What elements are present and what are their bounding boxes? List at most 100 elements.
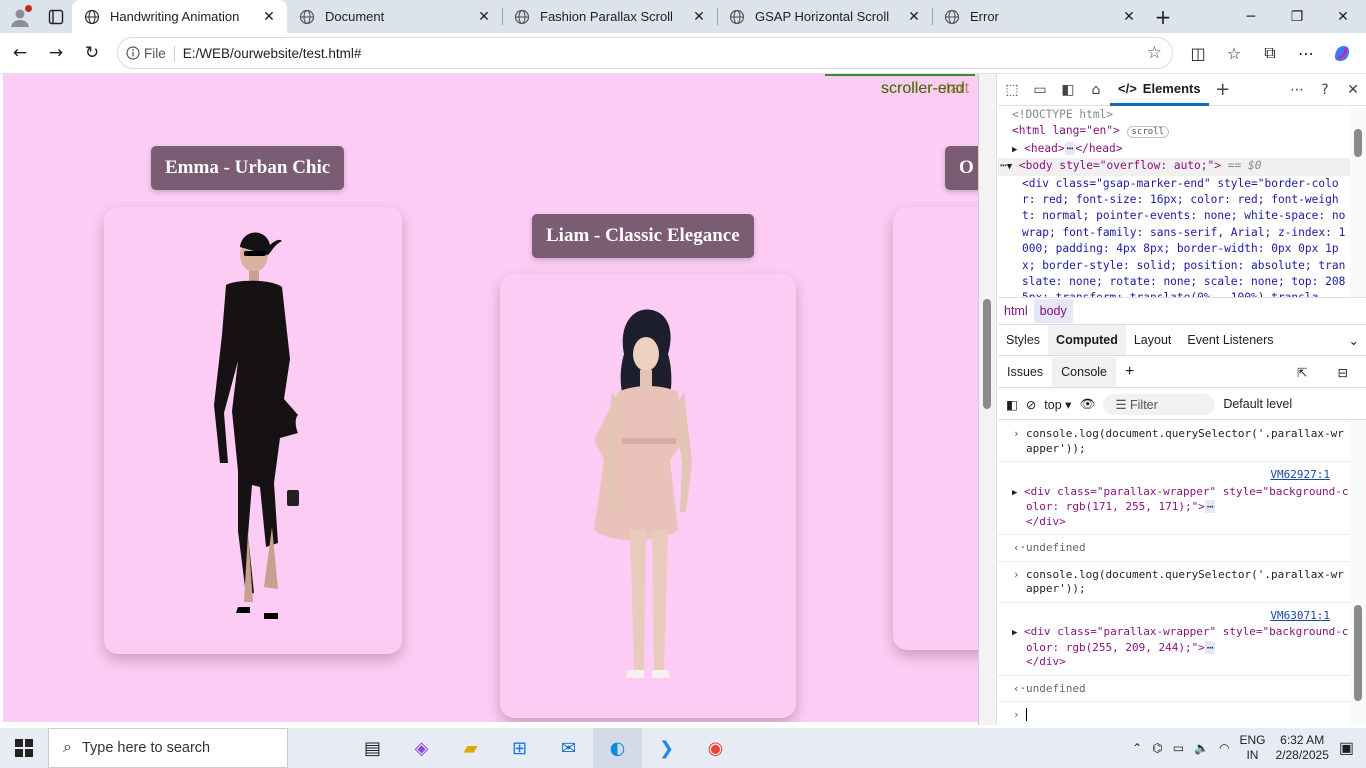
tab-layout[interactable]: Layout — [1126, 325, 1180, 355]
network-icon[interactable]: ⌬ — [1152, 741, 1162, 755]
close-icon[interactable]: ✕ — [476, 9, 492, 25]
breadcrumb-html[interactable]: html — [998, 299, 1034, 323]
tab-actions-icon — [48, 9, 64, 24]
dock-drawer-icon[interactable]: ⊟ — [1329, 357, 1357, 388]
task-view-icon[interactable]: ▤ — [348, 728, 397, 768]
tab-error[interactable]: Error ✕ — [932, 0, 1147, 33]
collections-icon[interactable]: ⧉ — [1252, 37, 1288, 69]
dom-node[interactable]: <!DOCTYPE html> — [1012, 107, 1350, 123]
scroll-badge[interactable]: scroll — [1126, 126, 1170, 139]
tab-gsap-horizontal-scroll[interactable]: GSAP Horizontal Scroll ✕ — [717, 0, 932, 33]
welcome-home-icon[interactable]: ⌂ — [1082, 82, 1110, 98]
copilot-icon[interactable] — [1324, 37, 1360, 69]
language-indicator[interactable]: ENG IN — [1239, 733, 1265, 763]
favorites-icon[interactable]: ☆ — [1216, 37, 1252, 69]
context-selector[interactable]: top ▾ — [1044, 397, 1071, 412]
copilot-app-icon[interactable]: ◈ — [397, 728, 446, 768]
inspect-element-icon[interactable]: ⬚ — [998, 82, 1026, 98]
tab-actions-button[interactable] — [40, 0, 72, 33]
tab-styles[interactable]: Styles — [998, 325, 1048, 355]
console-scrollbar[interactable] — [1350, 421, 1366, 725]
microsoft-store-icon[interactable]: ⊞ — [495, 728, 544, 768]
help-icon[interactable]: ? — [1311, 82, 1339, 98]
console-log-row: VM62927:1 ▶ <div class="parallax-wrapper… — [998, 462, 1350, 535]
add-drawer-tab-icon[interactable]: + — [1116, 355, 1143, 389]
forward-arrow-icon[interactable]: → — [38, 37, 74, 69]
collapse-triangle-icon[interactable]: ▼ — [1007, 162, 1012, 172]
more-tools-icon[interactable]: ⋯ — [1283, 82, 1311, 98]
profile-button[interactable] — [0, 0, 40, 33]
close-icon[interactable]: ✕ — [261, 9, 277, 25]
tab-handwriting-animation[interactable]: Handwriting Animation ✕ — [72, 0, 287, 33]
console-prompt[interactable]: › — [998, 702, 1350, 725]
outlook-icon[interactable]: ✉ — [544, 728, 593, 768]
notifications-icon[interactable]: ▣ — [1339, 738, 1354, 758]
vscode-icon[interactable]: ❯ — [642, 728, 691, 768]
device-toolbar-icon[interactable]: ▭ — [1026, 82, 1054, 98]
move-to-top-icon[interactable]: ⇱ — [1288, 357, 1316, 388]
expand-triangle-icon[interactable]: ▶ — [1012, 628, 1017, 638]
ellipsis-icon[interactable]: ⋯ — [1204, 640, 1216, 654]
breadcrumb-body[interactable]: body — [1033, 299, 1073, 323]
back-arrow-icon[interactable]: ← — [2, 37, 38, 69]
live-expression-eye-icon[interactable]: 👁 — [1079, 397, 1095, 412]
add-tool-icon[interactable]: + — [1209, 79, 1237, 100]
address-bar[interactable]: File E:/WEB/ourwebsite/test.html# ☆ — [117, 37, 1173, 69]
close-devtools-icon[interactable]: ✕ — [1339, 82, 1366, 98]
start-button[interactable] — [0, 739, 48, 757]
split-screen-icon[interactable]: ◫ — [1180, 37, 1216, 69]
close-window-icon[interactable]: ✕ — [1320, 0, 1366, 33]
expand-triangle-icon[interactable]: ▶ — [1012, 488, 1017, 498]
show-hidden-icons-icon[interactable]: ⌃ — [1132, 741, 1142, 755]
battery-icon[interactable]: ▭ — [1173, 741, 1184, 755]
minimize-icon[interactable]: ─ — [1228, 0, 1274, 33]
volume-icon[interactable]: 🔈 — [1194, 741, 1209, 755]
tab-event-listeners[interactable]: Event Listeners — [1179, 325, 1281, 355]
file-explorer-icon[interactable]: ▰ — [446, 728, 495, 768]
dom-node-selected[interactable]: ⋯▼ <body style="overflow: auto;"> == $0 — [998, 158, 1350, 176]
close-icon[interactable]: ✕ — [1121, 9, 1137, 25]
tab-computed[interactable]: Computed — [1048, 325, 1126, 355]
source-link[interactable]: VM63071:1 — [1026, 609, 1350, 624]
refresh-icon[interactable]: ↻ — [74, 37, 110, 69]
edge-icon[interactable]: ◐ — [593, 728, 642, 768]
page-scrollbar[interactable] — [979, 74, 997, 725]
clear-console-icon[interactable]: ⊘ — [1026, 397, 1036, 412]
scrollbar-thumb[interactable] — [1354, 129, 1362, 157]
dock-side-icon[interactable]: ◧ — [1054, 82, 1082, 98]
source-link[interactable]: VM62927:1 — [1026, 468, 1350, 483]
wifi-icon[interactable]: ◠ — [1219, 741, 1229, 755]
dom-node[interactable]: <div class="gsap-marker-end" style="bord… — [1012, 176, 1350, 297]
tab-elements[interactable]: </> Elements — [1110, 74, 1209, 106]
new-tab-button[interactable]: + — [1147, 0, 1179, 33]
tab-fashion-parallax-scroll[interactable]: Fashion Parallax Scroll ✕ — [502, 0, 717, 33]
site-info-button[interactable]: File — [126, 45, 175, 61]
clock[interactable]: 6:32 AM 2/28/2025 — [1275, 733, 1328, 763]
log-levels-dropdown[interactable]: Default level — [1223, 397, 1292, 411]
filter-input[interactable]: ☰ Filter — [1103, 393, 1216, 415]
console-sidebar-icon[interactable]: ◧ — [1006, 397, 1018, 412]
close-icon[interactable]: ✕ — [906, 9, 922, 25]
elements-scrollbar[interactable] — [1350, 107, 1366, 297]
model-name-label: Emma - Urban Chic — [151, 146, 345, 190]
more-menu-icon[interactable]: ⋯ — [1288, 37, 1324, 69]
chrome-icon[interactable]: ◉ — [691, 728, 740, 768]
tab-issues[interactable]: Issues — [998, 357, 1052, 387]
restore-icon[interactable]: ❐ — [1274, 0, 1320, 33]
favorite-star-icon[interactable]: ☆ — [1147, 43, 1162, 63]
ellipsis-icon[interactable]: ⋯ — [1204, 500, 1216, 513]
ellipsis-icon[interactable]: ⋯ — [1000, 159, 1007, 172]
ellipsis-icon[interactable]: ⋯ — [1064, 141, 1076, 155]
filter-icon: ☰ — [1115, 397, 1130, 412]
expand-triangle-icon[interactable]: ▶ — [1012, 145, 1017, 155]
tab-document[interactable]: Document ✕ — [287, 0, 502, 33]
scrollbar-thumb[interactable] — [1354, 605, 1362, 701]
dom-node[interactable]: <html lang="en"> scroll — [1012, 123, 1350, 140]
console-input-row: › console.log(document.querySelector('.pa… — [998, 562, 1350, 603]
dom-node[interactable]: ▶ <head> ⋯ </head> — [1012, 141, 1350, 158]
close-icon[interactable]: ✕ — [691, 9, 707, 25]
scrollbar-thumb[interactable] — [983, 299, 991, 409]
file-badge: File — [144, 45, 166, 61]
taskbar-search[interactable]: ⌕ Type here to search — [48, 728, 288, 768]
tab-console[interactable]: Console — [1052, 357, 1117, 387]
